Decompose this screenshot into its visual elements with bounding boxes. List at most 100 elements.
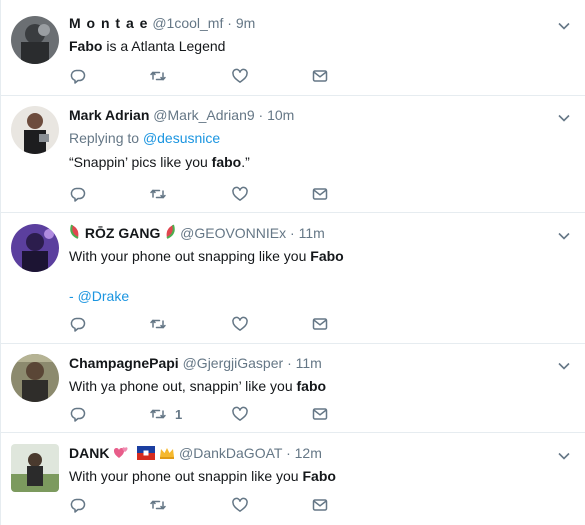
avatar[interactable] [11, 354, 59, 402]
reply-icon [70, 407, 86, 422]
message-button[interactable] [311, 184, 329, 204]
tweet-feed: M o n t a e @1cool_mf · 9m Fabo is a Atl… [0, 0, 585, 525]
like-button[interactable] [231, 404, 249, 424]
watermelon-emoji-icon [166, 224, 175, 239]
heart-icon [232, 316, 248, 331]
separator-dot: · [227, 15, 232, 31]
tweet-text-line2: - @Drake [69, 286, 546, 306]
reply-icon [70, 498, 86, 513]
avatar[interactable] [11, 444, 59, 492]
message-button[interactable] [311, 404, 329, 424]
avatar[interactable] [11, 224, 59, 272]
chevron-down-icon[interactable] [556, 228, 572, 244]
reply-button[interactable] [69, 314, 87, 334]
display-name[interactable]: DANK [69, 445, 109, 461]
text-pre: With your phone out snapping like you [69, 248, 311, 264]
separator-dot: · [290, 225, 295, 241]
tweet-item[interactable]: RŌZ GANG @GEOVONNIEx · 11m With your pho… [1, 213, 585, 344]
tweet-item[interactable]: Mark Adrian @Mark_Adrian9 · 10m Replying… [1, 96, 585, 213]
tweet-actions [69, 66, 349, 86]
retweet-button[interactable] [149, 314, 175, 334]
display-name[interactable]: RŌZ GANG [85, 225, 160, 241]
tweet-actions [69, 314, 349, 334]
separator-dot: · [286, 445, 291, 461]
tweet-text: With your phone out snappin like you Fab… [69, 466, 546, 486]
display-name[interactable]: Mark Adrian [69, 107, 149, 123]
user-handle[interactable]: @Mark_Adrian9 [153, 107, 254, 123]
line2-prefix: - [69, 288, 78, 304]
like-button[interactable] [231, 66, 249, 86]
replying-to-link[interactable]: @desusnice [143, 130, 220, 146]
chevron-down-icon[interactable] [556, 358, 572, 374]
like-button[interactable] [231, 314, 249, 334]
retweet-icon [150, 409, 166, 419]
user-handle[interactable]: @DankDaGOAT [179, 445, 282, 461]
reply-button[interactable] [69, 495, 87, 515]
tweet-text: Fabo is a Atlanta Legend [69, 36, 546, 56]
retweet-count: 1 [175, 406, 183, 422]
tweet-header: DANK @DankDaGOAT · 12m [69, 444, 546, 462]
text-rest: is a Atlanta Legend [102, 38, 226, 54]
retweet-button[interactable]: 1 [149, 404, 182, 424]
tweet-text: With your phone out snapping like you Fa… [69, 246, 546, 266]
text-bold: Fabo [69, 38, 103, 54]
user-handle[interactable]: @GEOVONNIEx [180, 225, 286, 241]
mention-link[interactable]: @Drake [78, 288, 130, 304]
text-bold: Fabo [310, 248, 344, 264]
heart-icon [232, 406, 248, 421]
envelope-icon [312, 408, 328, 420]
chevron-down-icon[interactable] [556, 448, 572, 464]
haiti-flag-icon [137, 446, 156, 460]
text-bold: Fabo [302, 468, 336, 484]
chevron-down-icon[interactable] [556, 18, 572, 34]
reply-button[interactable] [69, 184, 87, 204]
message-button[interactable] [311, 314, 329, 334]
retweet-icon [150, 189, 166, 199]
tweet-text: With ya phone out, snappin’ like you fab… [69, 376, 546, 396]
tweet-actions [69, 184, 349, 204]
heart-icon [232, 497, 248, 512]
reply-button[interactable] [69, 66, 87, 86]
timestamp[interactable]: 12m [295, 445, 322, 461]
separator-dot: · [287, 355, 292, 371]
retweet-button[interactable] [149, 184, 175, 204]
heart-icon [232, 68, 248, 83]
crown-emoji-icon [160, 448, 175, 459]
chevron-down-icon[interactable] [556, 110, 572, 126]
envelope-icon [312, 70, 328, 82]
display-name[interactable]: ChampagnePapi [69, 355, 179, 371]
reply-button[interactable] [69, 404, 87, 424]
avatar[interactable] [11, 106, 59, 154]
timestamp[interactable]: 9m [236, 15, 255, 31]
tweet-item[interactable]: M o n t a e @1cool_mf · 9m Fabo is a Atl… [1, 0, 585, 96]
tweet-header: M o n t a e @1cool_mf · 9m [69, 14, 546, 32]
envelope-icon [312, 318, 328, 330]
like-button[interactable] [231, 495, 249, 515]
user-handle[interactable]: @GjergjiGasper [183, 355, 284, 371]
tweet-item[interactable]: DANK @DankDaGOAT · 12m With your phone o… [1, 433, 585, 525]
text-post: .” [241, 154, 250, 170]
text-pre: With ya phone out, snappin’ like you [69, 378, 297, 394]
retweet-button[interactable] [149, 66, 175, 86]
tweet-header: Mark Adrian @Mark_Adrian9 · 10m [69, 106, 546, 124]
hearts-emoji-icon [114, 447, 128, 458]
retweet-button[interactable] [149, 495, 175, 515]
message-button[interactable] [311, 495, 329, 515]
text-bold: fabo [296, 378, 327, 394]
display-name[interactable]: M o n t a e [69, 15, 148, 31]
timestamp[interactable]: 11m [296, 355, 322, 371]
user-handle[interactable]: @1cool_mf [152, 15, 223, 31]
avatar[interactable] [11, 16, 59, 64]
timestamp[interactable]: 11m [299, 225, 325, 241]
tweet-item[interactable]: ChampagnePapi @GjergjiGasper · 11m With … [1, 344, 585, 433]
separator-dot: · [258, 107, 264, 123]
like-button[interactable] [231, 184, 249, 204]
retweet-icon [150, 71, 166, 81]
tweet-header: ChampagnePapi @GjergjiGasper · 11m [69, 354, 546, 372]
message-button[interactable] [311, 66, 329, 86]
tweet-actions: 1 [69, 404, 349, 424]
tweet-actions [69, 495, 349, 515]
replying-label: Replying to [69, 130, 140, 146]
timestamp[interactable]: 10m [267, 107, 294, 123]
envelope-icon [312, 499, 328, 511]
